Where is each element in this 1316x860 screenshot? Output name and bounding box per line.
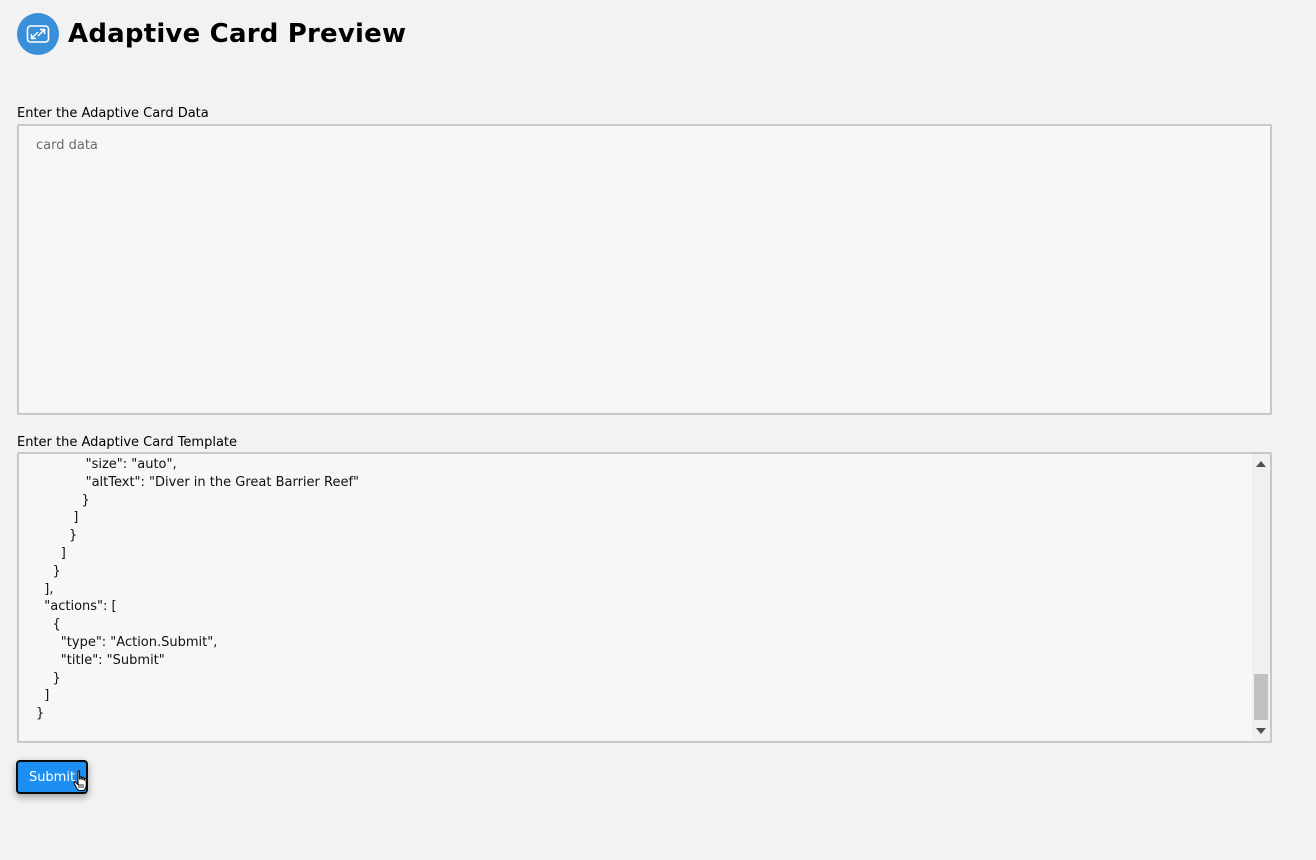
page-header: Adaptive Card Preview [17, 13, 406, 55]
template-code-line: "size": "auto", [36, 457, 177, 472]
expand-arrows-icon [17, 13, 59, 55]
card-data-placeholder: card data [36, 138, 98, 153]
template-code-line: ], [36, 581, 54, 597]
template-code-text: "size": "auto", "altText": "Diver in the… [36, 456, 359, 723]
template-code-line: } [36, 706, 45, 722]
card-template-textarea[interactable]: "size": "auto", "altText": "Diver in the… [17, 452, 1272, 743]
template-code-line: } [36, 492, 90, 508]
template-code-line: } [36, 670, 61, 686]
page-title: Adaptive Card Preview [68, 19, 407, 49]
scrollbar-thumb[interactable] [1254, 674, 1268, 720]
hand-pointer-icon [73, 770, 89, 796]
card-data-label: Enter the Adaptive Card Data [17, 106, 209, 121]
template-scrollbar[interactable] [1252, 454, 1270, 741]
template-code-line: } [36, 528, 78, 544]
scroll-up-icon[interactable] [1252, 456, 1270, 472]
card-template-label: Enter the Adaptive Card Template [17, 435, 238, 450]
scroll-down-icon[interactable] [1252, 723, 1270, 739]
template-code-line: "type": "Action.Submit", [36, 634, 218, 650]
card-data-textarea[interactable]: card data [17, 124, 1272, 415]
template-code-line: ] [36, 688, 50, 704]
template-code-line: } [36, 563, 61, 579]
template-code-line: ] [36, 510, 79, 526]
template-code-line: ] [36, 545, 66, 561]
template-code-line: { [36, 617, 61, 633]
template-code-line: "altText": "Diver in the Great Barrier R… [36, 474, 360, 490]
template-code-line: "actions": [ [36, 599, 117, 615]
template-code-line: "title": "Submit" [36, 652, 165, 668]
